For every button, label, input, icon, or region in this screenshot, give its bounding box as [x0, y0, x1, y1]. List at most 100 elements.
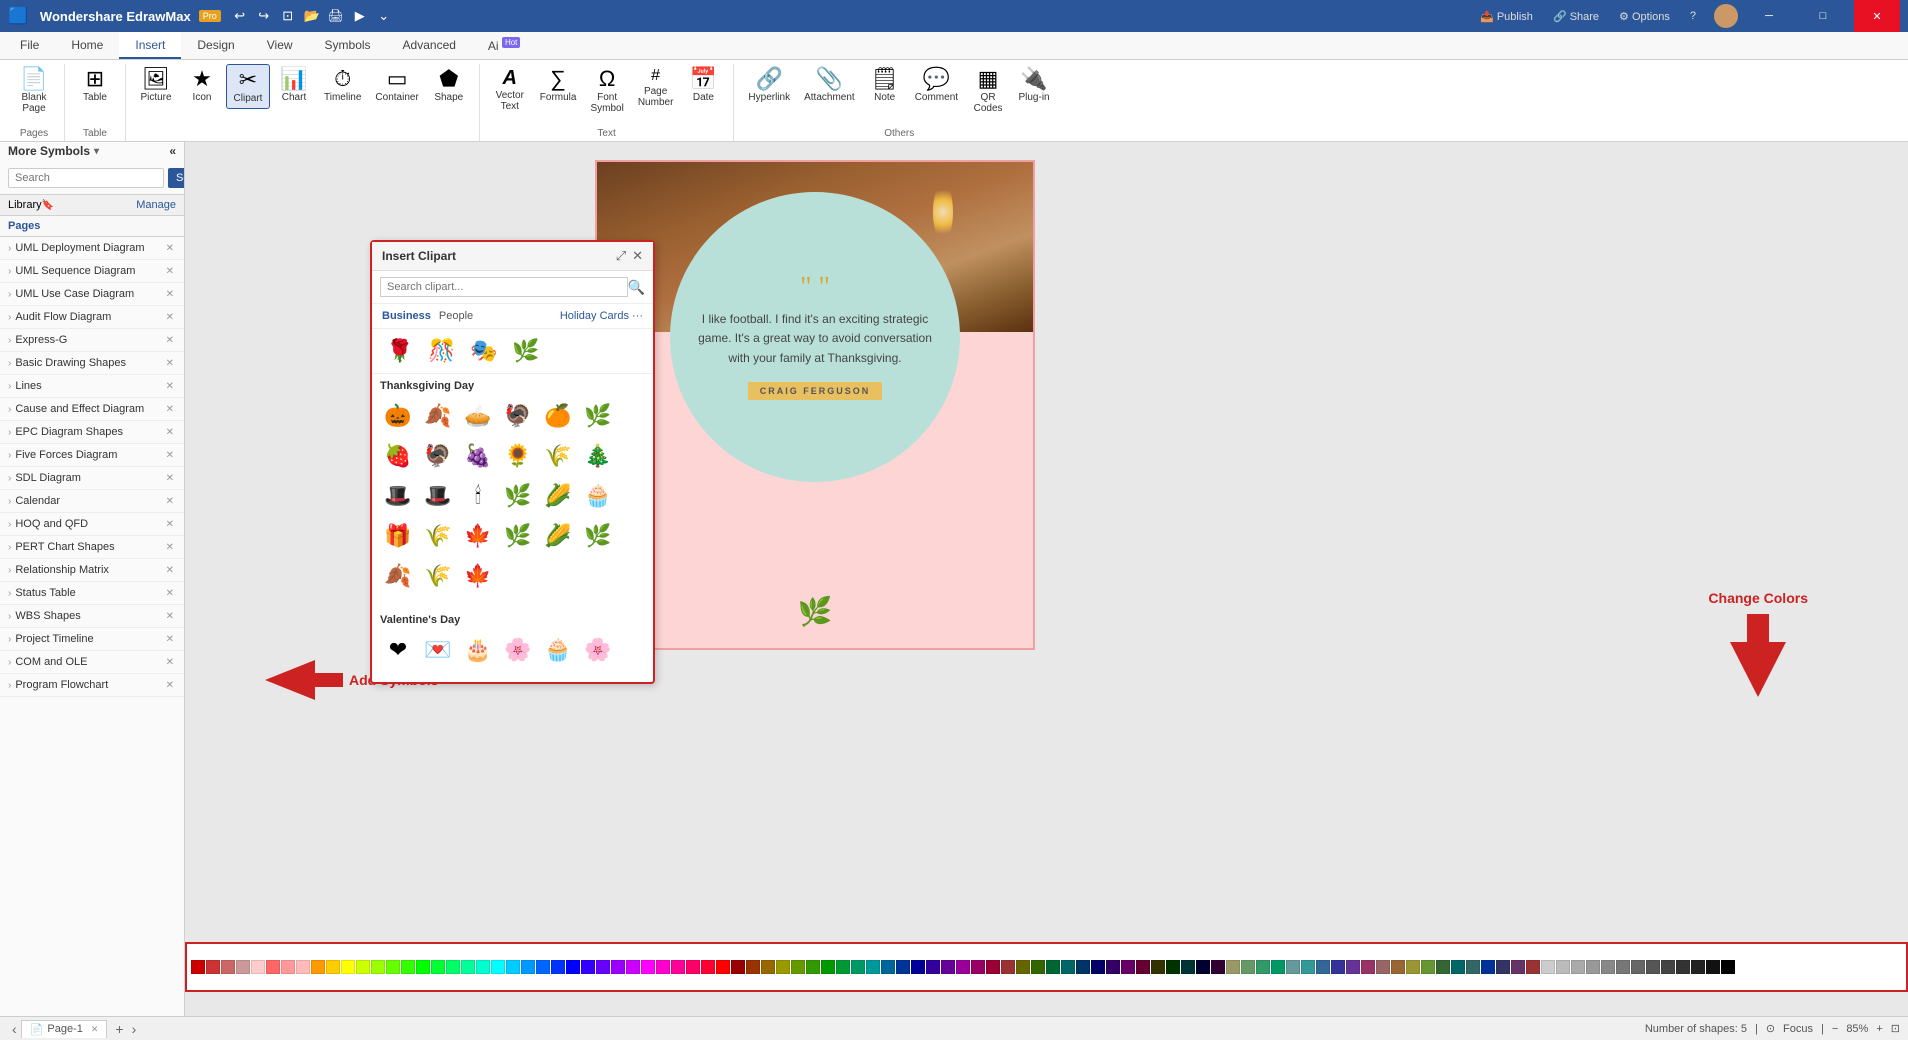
color-swatch[interactable] — [1301, 960, 1315, 974]
clipart-item[interactable]: 🍊 — [540, 398, 576, 434]
table-button[interactable]: ⊞ Table — [73, 64, 117, 107]
remove-icon[interactable]: ✕ — [164, 588, 176, 599]
color-swatch[interactable] — [1031, 960, 1045, 974]
color-swatch[interactable] — [521, 960, 535, 974]
clipart-item[interactable]: 🎁 — [380, 518, 416, 554]
remove-icon[interactable]: ✕ — [164, 243, 176, 254]
color-swatch[interactable] — [1181, 960, 1195, 974]
color-swatch[interactable] — [926, 960, 940, 974]
container-button[interactable]: ▭ Container — [369, 64, 424, 107]
color-swatch[interactable] — [701, 960, 715, 974]
remove-icon[interactable]: ✕ — [164, 542, 176, 553]
color-swatch[interactable] — [236, 960, 250, 974]
clipart-item[interactable]: 🍂 — [420, 398, 456, 434]
color-swatch[interactable] — [806, 960, 820, 974]
holiday-cards-link[interactable]: Holiday Cards ··· — [560, 310, 643, 322]
color-swatch[interactable] — [1646, 960, 1660, 974]
maximize-button[interactable]: □ — [1800, 0, 1846, 32]
remove-icon[interactable]: ✕ — [164, 358, 176, 369]
color-swatch[interactable] — [971, 960, 985, 974]
color-swatch[interactable] — [791, 960, 805, 974]
clipart-search-button[interactable]: 🔍 — [628, 279, 645, 296]
color-swatch[interactable] — [1616, 960, 1630, 974]
color-swatch[interactable] — [536, 960, 550, 974]
library-item-lines[interactable]: › Lines ✕ — [0, 375, 184, 398]
color-swatch[interactable] — [266, 960, 280, 974]
color-swatch[interactable] — [326, 960, 340, 974]
color-swatch[interactable] — [1346, 960, 1360, 974]
tab-file[interactable]: File — [4, 32, 55, 59]
user-avatar[interactable] — [1714, 4, 1738, 28]
remove-icon[interactable]: ✕ — [164, 427, 176, 438]
color-swatch[interactable] — [1466, 960, 1480, 974]
color-swatch[interactable] — [1196, 960, 1210, 974]
tab-ai[interactable]: Ai Hot — [472, 32, 536, 59]
picture-button[interactable]: 🖼 Picture — [134, 64, 178, 107]
color-swatch[interactable] — [941, 960, 955, 974]
color-swatch[interactable] — [296, 960, 310, 974]
clipart-button[interactable]: ✂ Clipart — [226, 64, 270, 109]
clipart-holiday-1[interactable]: 🌹 — [382, 333, 418, 369]
clipart-item[interactable]: 🌸 — [580, 632, 616, 668]
color-swatch[interactable] — [671, 960, 685, 974]
color-swatch[interactable] — [1541, 960, 1555, 974]
clipart-holiday-2[interactable]: 🎊 — [424, 333, 460, 369]
remove-icon[interactable]: ✕ — [164, 611, 176, 622]
color-swatch[interactable] — [776, 960, 790, 974]
icon-button[interactable]: ★ Icon — [180, 64, 224, 107]
clipart-item[interactable]: 🎂 — [460, 632, 496, 668]
date-button[interactable]: 📅 Date — [681, 64, 725, 107]
color-swatch[interactable] — [1046, 960, 1060, 974]
clipart-item[interactable]: 💌 — [420, 632, 456, 668]
search-input[interactable] — [8, 168, 164, 188]
color-swatch[interactable] — [461, 960, 475, 974]
clipart-item[interactable]: 🌻 — [500, 438, 536, 474]
run-button[interactable]: ▶ — [349, 5, 371, 27]
qr-codes-button[interactable]: ▦ QRCodes — [966, 64, 1010, 118]
clipart-holiday-4[interactable]: 🌿 — [508, 333, 544, 369]
library-item-five-forces[interactable]: › Five Forces Diagram ✕ — [0, 444, 184, 467]
library-item-com-ole[interactable]: › COM and OLE ✕ — [0, 651, 184, 674]
color-swatch[interactable] — [731, 960, 745, 974]
color-swatch[interactable] — [761, 960, 775, 974]
color-swatch[interactable] — [251, 960, 265, 974]
minimize-button[interactable]: ─ — [1746, 0, 1792, 32]
clipart-item[interactable]: 🌿 — [580, 398, 616, 434]
color-swatch[interactable] — [1121, 960, 1135, 974]
vector-text-button[interactable]: A VectorText — [488, 64, 532, 116]
remove-icon[interactable]: ✕ — [164, 473, 176, 484]
color-swatch[interactable] — [341, 960, 355, 974]
open-button[interactable]: 📂 — [301, 5, 323, 27]
color-swatch[interactable] — [1001, 960, 1015, 974]
clipart-item[interactable]: 🌿 — [580, 518, 616, 554]
clipart-item[interactable]: 🍁 — [460, 558, 496, 594]
color-swatch[interactable] — [1496, 960, 1510, 974]
clipart-item[interactable]: 🕯 — [460, 478, 496, 514]
color-swatch[interactable] — [281, 960, 295, 974]
formula-button[interactable]: ∑ Formula — [534, 64, 583, 107]
library-item-cause-effect[interactable]: › Cause and Effect Diagram ✕ — [0, 398, 184, 421]
tab-view[interactable]: View — [251, 32, 309, 59]
clipart-item[interactable]: 🧁 — [540, 632, 576, 668]
library-item-pert-chart[interactable]: › PERT Chart Shapes ✕ — [0, 536, 184, 559]
sidebar-collapse-button[interactable]: « — [169, 144, 176, 158]
color-swatch[interactable] — [1376, 960, 1390, 974]
tab-design[interactable]: Design — [181, 32, 250, 59]
color-swatch[interactable] — [1691, 960, 1705, 974]
clipart-holiday-3[interactable]: 🎭 — [466, 333, 502, 369]
remove-icon[interactable]: ✕ — [164, 634, 176, 645]
search-button[interactable]: Search — [168, 168, 185, 188]
clipart-close-icon[interactable]: ✕ — [632, 248, 643, 264]
color-swatch[interactable] — [491, 960, 505, 974]
color-swatch[interactable] — [1361, 960, 1375, 974]
color-swatch[interactable] — [416, 960, 430, 974]
color-swatch[interactable] — [1511, 960, 1525, 974]
color-swatch[interactable] — [1136, 960, 1150, 974]
share-button[interactable]: 🔗 Share — [1547, 10, 1605, 23]
fit-button[interactable]: ⊡ — [1891, 1022, 1900, 1035]
remove-icon[interactable]: ✕ — [164, 680, 176, 691]
color-swatch[interactable] — [581, 960, 595, 974]
clipart-item[interactable]: 🍓 — [380, 438, 416, 474]
color-swatch[interactable] — [1601, 960, 1615, 974]
color-swatch[interactable] — [1421, 960, 1435, 974]
